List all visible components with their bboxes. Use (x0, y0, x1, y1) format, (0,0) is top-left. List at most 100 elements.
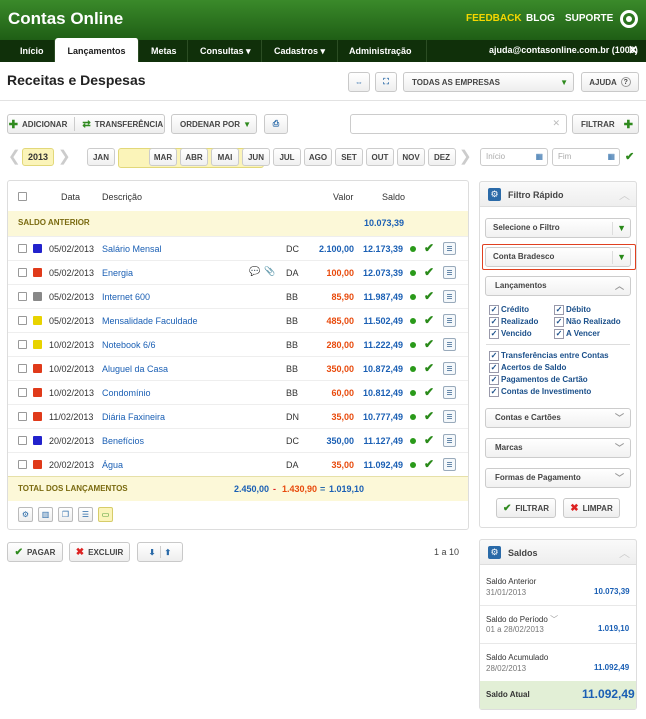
lancamentos-accordion[interactable]: Lançamentos ︿ (485, 276, 631, 296)
contas-accordion[interactable]: Contas e Cartões ﹀ (485, 408, 631, 428)
lines-button[interactable]: ☰ (78, 507, 93, 522)
nav-metas[interactable]: Metas (141, 40, 188, 62)
paid-check-icon[interactable]: ✔ (424, 241, 434, 255)
copy-button[interactable]: ❐ (58, 507, 73, 522)
month-out[interactable]: OUT (366, 148, 394, 166)
pagamentos-cartao-checkbox[interactable]: Pagamentos de Cartão (489, 375, 588, 385)
row-description[interactable]: Benefícios (102, 436, 144, 446)
columns-button[interactable]: ▥ (38, 507, 53, 522)
month-jan[interactable]: JAN (87, 148, 115, 166)
blog-link[interactable]: BLOG (526, 13, 555, 24)
marcas-accordion[interactable]: Marcas ﹀ (485, 438, 631, 458)
paid-check-icon[interactable]: ✔ (424, 313, 434, 327)
brand-icon[interactable] (620, 10, 638, 28)
paid-check-icon[interactable]: ✔ (424, 337, 434, 351)
row-checkbox[interactable] (18, 340, 27, 349)
table-row[interactable]: 05/02/2013 Internet 600 BB 85,90 11.987,49 ✔ (8, 284, 468, 308)
row-checkbox[interactable] (18, 268, 27, 277)
row-description[interactable]: Energia (102, 268, 133, 278)
app-logo[interactable]: Contas Online (8, 9, 123, 29)
row-description[interactable]: Aluguel da Casa (102, 364, 168, 374)
paid-check-icon[interactable]: ✔ (424, 409, 434, 423)
document-icon[interactable] (443, 362, 456, 375)
row-checkbox[interactable] (18, 436, 27, 445)
credito-checkbox[interactable]: Crédito (489, 305, 529, 315)
header-valor[interactable]: Valor (333, 192, 353, 202)
gear-icon[interactable]: ⚙ (488, 546, 501, 559)
download-icon[interactable]: ⬇ (149, 548, 156, 557)
upload-icon[interactable]: ⬆ (165, 548, 172, 557)
table-row[interactable]: 05/02/2013 Energia 💬 📎 DA 100,00 12.073,39 ✔ (8, 260, 468, 284)
paid-check-icon[interactable]: ✔ (424, 265, 434, 279)
contas-investimento-checkbox[interactable]: Contas de Investimento (489, 387, 591, 397)
table-row[interactable]: 11/02/2013 Diária Faxineira DN 35,00 10.777,… (8, 404, 468, 428)
prev-year-icon[interactable]: ❮ (8, 148, 21, 166)
row-description[interactable]: Diária Faxineira (102, 412, 165, 422)
row-description[interactable]: Mensalidade Faculdade (102, 316, 198, 326)
select-all-checkbox[interactable] (18, 192, 27, 201)
formas-accordion[interactable]: Formas de Pagamento ﹀ (485, 468, 631, 488)
row-checkbox[interactable] (18, 316, 27, 325)
chevron-down-icon[interactable]: ﹀ (550, 615, 558, 624)
row-description[interactable]: Internet 600 (102, 292, 150, 302)
document-icon[interactable] (443, 290, 456, 303)
nav-consultas[interactable]: Consultas ▾ (190, 40, 262, 62)
row-description[interactable]: Notebook 6/6 (102, 340, 156, 350)
ordenar-button[interactable]: ORDENAR POR ▼ (171, 114, 257, 134)
table-row[interactable]: 20/02/2013 Água DA 35,00 11.092,49 ✔ (8, 452, 468, 476)
table-row[interactable]: 10/02/2013 Notebook 6/6 BB 280,00 11.222,49 ✔ (8, 332, 468, 356)
next-year-icon[interactable]: ❯ (58, 148, 71, 166)
realizado-checkbox[interactable]: Realizado (489, 317, 538, 327)
row-checkbox[interactable] (18, 388, 27, 397)
table-row[interactable]: 05/02/2013 Mensalidade Faculdade BB 485,00 1… (8, 308, 468, 332)
month-set[interactable]: SET (335, 148, 363, 166)
document-icon[interactable] (443, 458, 456, 471)
row-checkbox[interactable] (18, 292, 27, 301)
paid-check-icon[interactable]: ✔ (424, 457, 434, 471)
nao-realizado-checkbox[interactable]: Não Realizado (554, 317, 621, 327)
collapse-icon[interactable]: ︿ (619, 545, 630, 561)
feedback-link[interactable]: FEEDBACK (466, 13, 522, 24)
document-icon[interactable] (443, 314, 456, 327)
expand-view-button[interactable]: ⇔ (348, 72, 370, 92)
month-jul[interactable]: JUL (273, 148, 301, 166)
nav-administracao[interactable]: Administração ▾ (339, 40, 427, 78)
month-ago[interactable]: AGO (304, 148, 332, 166)
nav-lancamentos[interactable]: Lançamentos (55, 38, 139, 62)
pagar-button[interactable]: ✔ PAGAR (7, 542, 63, 562)
paid-check-icon[interactable]: ✔ (424, 385, 434, 399)
header-descricao[interactable]: Descrição (102, 192, 142, 202)
suporte-link[interactable]: SUPORTE (565, 13, 613, 24)
filtrar-top-button[interactable]: FILTRAR ✚ (572, 114, 639, 134)
header-saldo[interactable]: Saldo (382, 192, 405, 202)
vencido-checkbox[interactable]: Vencido (489, 329, 532, 339)
table-row[interactable]: 10/02/2013 Aluguel da Casa BB 350,00 10.872,… (8, 356, 468, 380)
calendar-icon[interactable]: ▦ (607, 149, 615, 165)
a-vencer-checkbox[interactable]: A Vencer (554, 329, 600, 339)
row-checkbox[interactable] (18, 244, 27, 253)
transferencias-checkbox[interactable]: Transferências entre Contas (489, 351, 609, 361)
filtrar-button[interactable]: ✔ FILTRAR (496, 498, 556, 518)
empresas-select[interactable]: TODAS AS EMPRESAS ▼ (403, 72, 574, 92)
nav-inicio[interactable]: Início (10, 40, 55, 62)
attachment-icon[interactable]: 📎 (264, 266, 275, 277)
settings-gear-button[interactable]: ⚙ (18, 507, 33, 522)
fim-date-input[interactable]: Fim ▦ (552, 148, 620, 166)
acertos-checkbox[interactable]: Acertos de Saldo (489, 363, 566, 373)
user-account[interactable]: ajuda@contasonline.com.br (1000) (489, 45, 638, 55)
next-month-icon[interactable]: ❯ (459, 148, 472, 166)
clear-icon[interactable]: ✕ (552, 118, 560, 129)
apply-period-icon[interactable]: ✔ (625, 150, 634, 163)
adicionar-button[interactable]: ADICIONAR (22, 120, 67, 129)
nav-cadastros[interactable]: Cadastros ▾ (264, 40, 338, 62)
document-icon[interactable] (443, 410, 456, 423)
document-icon[interactable] (443, 242, 456, 255)
row-checkbox[interactable] (18, 412, 27, 421)
row-description[interactable]: Condomínio (102, 388, 151, 398)
conta-select[interactable]: Conta Bradesco ▼ (485, 247, 631, 267)
print-button[interactable]: ⎙ (264, 114, 288, 134)
row-description[interactable]: Salário Mensal (102, 244, 162, 254)
year-selector[interactable]: 2013 (22, 148, 54, 166)
debito-checkbox[interactable]: Débito (554, 305, 591, 315)
header-data[interactable]: Data (61, 192, 80, 202)
